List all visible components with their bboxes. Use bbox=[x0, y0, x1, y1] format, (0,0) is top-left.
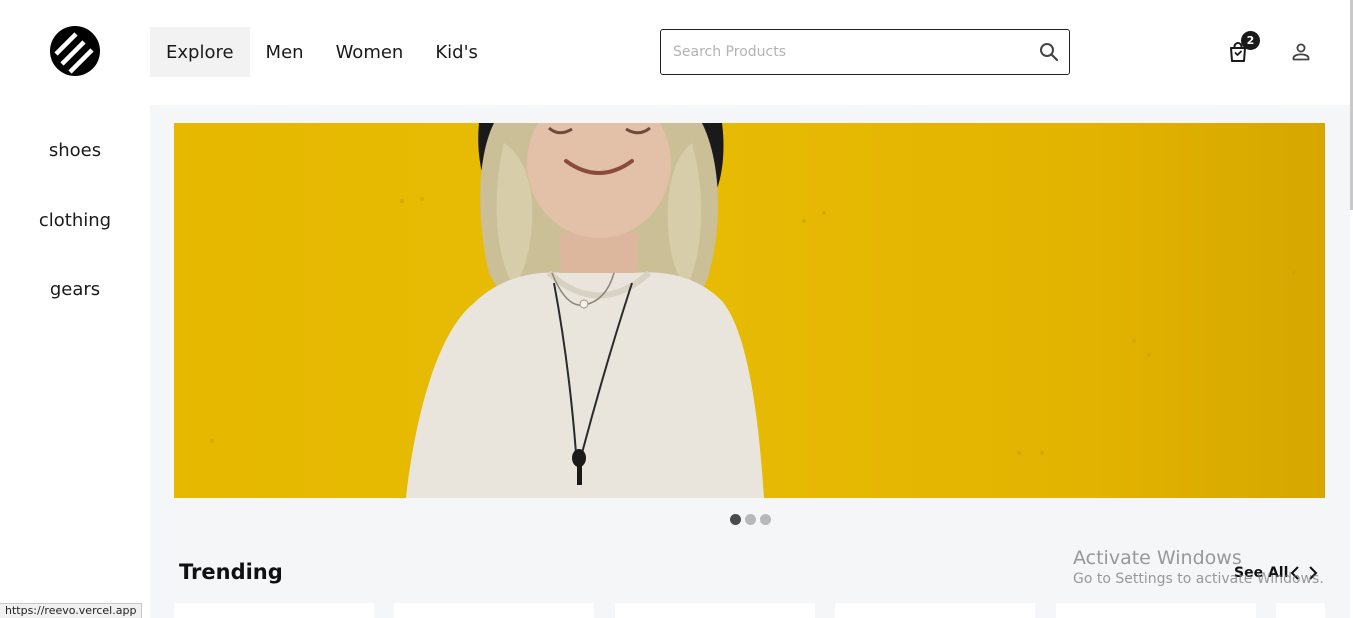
search-box bbox=[660, 29, 1070, 75]
user-icon bbox=[1292, 43, 1310, 61]
nav-women-label: Women bbox=[335, 41, 404, 63]
nav-kids-label: Kid's bbox=[435, 41, 478, 63]
sidebar-item-label: clothing bbox=[38, 210, 112, 231]
carousel-dot[interactable] bbox=[760, 514, 771, 525]
carousel-pagination bbox=[730, 514, 771, 525]
product-card[interactable] bbox=[615, 603, 815, 618]
nav-kids[interactable]: Kid's bbox=[419, 27, 494, 77]
top-nav: Explore Men Women Kid's bbox=[150, 27, 494, 77]
carousel-dot[interactable] bbox=[730, 514, 741, 525]
nav-explore[interactable]: Explore bbox=[150, 27, 250, 77]
nav-men[interactable]: Men bbox=[250, 27, 320, 77]
sidebar-item-clothing[interactable]: clothing bbox=[0, 210, 150, 231]
product-card[interactable] bbox=[1276, 603, 1325, 618]
sidebar-item-label: gears bbox=[49, 279, 101, 300]
cart-count-badge: 2 bbox=[1241, 31, 1260, 50]
nav-women[interactable]: Women bbox=[320, 27, 420, 77]
trending-title: Trending bbox=[179, 560, 283, 584]
sidebar-item-gears[interactable]: gears bbox=[0, 279, 150, 300]
search-icon[interactable] bbox=[1029, 42, 1069, 62]
carousel-dot[interactable] bbox=[745, 514, 756, 525]
hero-banner-image[interactable] bbox=[174, 123, 1325, 498]
user-button[interactable] bbox=[1289, 40, 1313, 64]
chevron-left-icon[interactable] bbox=[1287, 563, 1303, 583]
product-card[interactable] bbox=[835, 603, 1035, 618]
sidebar-item-label: shoes bbox=[48, 140, 102, 161]
search-input[interactable] bbox=[661, 30, 1029, 74]
product-card[interactable] bbox=[1056, 603, 1256, 618]
chevron-right-icon[interactable] bbox=[1305, 563, 1321, 583]
status-bar-url: https://reevo.vercel.app bbox=[0, 603, 143, 618]
see-all-link[interactable]: See All bbox=[1234, 565, 1288, 581]
cart-button[interactable]: 2 bbox=[1226, 31, 1260, 64]
main-content: Trending See All bbox=[150, 105, 1350, 618]
nav-men-label: Men bbox=[265, 41, 304, 63]
sidebar-item-shoes[interactable]: shoes bbox=[0, 140, 150, 161]
nav-explore-label: Explore bbox=[166, 41, 234, 63]
product-card[interactable] bbox=[174, 603, 374, 618]
product-card[interactable] bbox=[394, 603, 594, 618]
brand-logo-icon[interactable] bbox=[50, 26, 100, 76]
